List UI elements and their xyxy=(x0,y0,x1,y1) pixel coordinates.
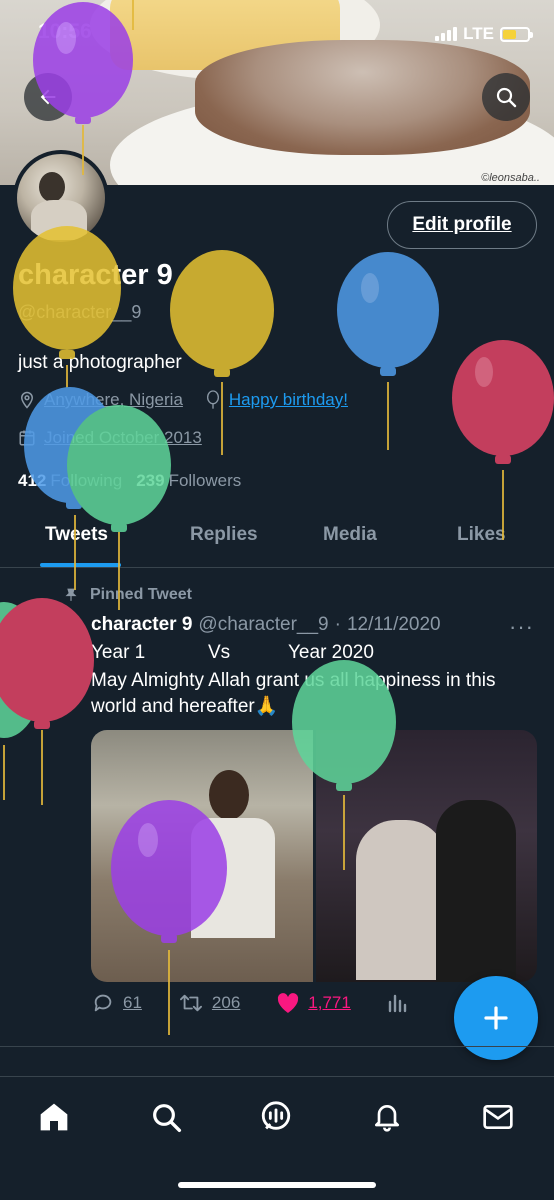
nav-spaces[interactable] xyxy=(256,1097,296,1137)
feed-divider xyxy=(0,1046,554,1047)
tweet-author-handle: @character__9 xyxy=(198,614,329,635)
status-time: 10:56 xyxy=(38,20,92,43)
pinned-label: Pinned Tweet xyxy=(64,586,192,604)
analytics-button[interactable] xyxy=(387,993,407,1013)
nav-messages[interactable] xyxy=(478,1097,518,1137)
profile-tabs: Tweets Replies Media Likes xyxy=(0,510,554,568)
tweet-text: May Almighty Allah grant us all happines… xyxy=(91,670,496,717)
banner-watermark: ©leonsaba.. xyxy=(481,172,540,184)
status-bar: 10:56 LTE xyxy=(0,0,554,64)
profile-birthday-link[interactable]: Happy birthday! xyxy=(229,390,348,410)
profile-meta-row: Anywhere, Nigeria Happy birthday! xyxy=(18,390,348,410)
home-icon xyxy=(40,1103,68,1131)
network-label: LTE xyxy=(463,24,494,43)
balloon-icon xyxy=(205,390,221,410)
tweet-photo-wedding[interactable] xyxy=(315,730,537,982)
compose-tweet-button[interactable] xyxy=(454,976,538,1060)
tweet-header: character 9 @character__9 · 12/11/2020 xyxy=(91,614,541,636)
profile-name: character 9 xyxy=(18,259,173,291)
location-pin-icon xyxy=(18,390,36,410)
nav-home[interactable] xyxy=(34,1097,74,1137)
reply-count: 61 xyxy=(123,993,142,1012)
battery-icon xyxy=(500,26,533,42)
tweet-year-one: Year 1 xyxy=(91,642,146,663)
notifications-icon xyxy=(375,1105,399,1132)
followers-link[interactable]: 239 Followers xyxy=(136,471,241,491)
tweet-vs: Vs xyxy=(208,642,231,663)
following-link[interactable]: 412 Following xyxy=(18,471,122,491)
tweet-author-name[interactable]: character 9 xyxy=(91,614,192,636)
status-indicators: LTE xyxy=(435,24,533,44)
reply-button[interactable]: 61 xyxy=(91,992,142,1014)
tweet-date: 12/11/2020 xyxy=(346,614,441,635)
reply-icon xyxy=(94,994,112,1012)
analytics-icon xyxy=(388,994,407,1013)
retweet-icon xyxy=(179,994,202,1012)
tab-replies[interactable]: Replies xyxy=(190,524,258,546)
back-arrow-icon xyxy=(40,89,56,105)
explore-icon xyxy=(153,1104,182,1133)
signal-icon xyxy=(435,27,458,41)
pin-icon xyxy=(65,588,77,601)
retweet-button[interactable]: 206 xyxy=(178,992,240,1014)
back-button[interactable] xyxy=(24,73,72,121)
spaces-icon xyxy=(261,1101,291,1130)
plus-icon xyxy=(484,1006,508,1030)
tweet-dot: · xyxy=(334,614,341,635)
search-button[interactable] xyxy=(482,73,530,121)
follow-stats: 412 Following 239 Followers xyxy=(18,471,241,491)
tab-media[interactable]: Media xyxy=(323,524,377,546)
edit-profile-button[interactable]: Edit profile xyxy=(387,201,537,249)
retweet-count: 206 xyxy=(211,993,241,1012)
profile-bio: just a photographer xyxy=(18,352,182,373)
nav-notifications[interactable] xyxy=(367,1097,407,1137)
tab-likes[interactable]: Likes xyxy=(457,524,506,546)
search-icon xyxy=(496,87,517,108)
profile-joined-row: Joined October 2013 xyxy=(18,428,202,448)
tweet-year-2020: Year 2020 xyxy=(288,642,374,663)
profile-joined: Joined October 2013 xyxy=(44,428,202,447)
nav-explore[interactable] xyxy=(146,1097,186,1137)
profile-avatar[interactable] xyxy=(13,150,109,246)
like-button[interactable]: 1,771 xyxy=(276,992,351,1014)
like-count: 1,771 xyxy=(308,993,351,1012)
messages-icon xyxy=(483,1105,513,1129)
tweet-media[interactable] xyxy=(91,730,537,982)
more-options-icon[interactable]: ··· xyxy=(509,614,534,640)
heart-icon xyxy=(278,993,299,1013)
tweet-photo-childhood[interactable] xyxy=(91,730,313,982)
profile-location: Anywhere, Nigeria xyxy=(44,390,183,409)
tab-tweets[interactable]: Tweets xyxy=(45,524,108,546)
active-tab-indicator xyxy=(40,563,121,567)
profile-handle: @character__9 xyxy=(18,302,142,322)
calendar-icon xyxy=(18,429,36,447)
tweet-first-line: Year 1 Vs Year 2020 xyxy=(91,642,374,664)
home-indicator xyxy=(178,1182,376,1188)
tweet-actions: 61 206 1,771 xyxy=(91,992,451,1014)
